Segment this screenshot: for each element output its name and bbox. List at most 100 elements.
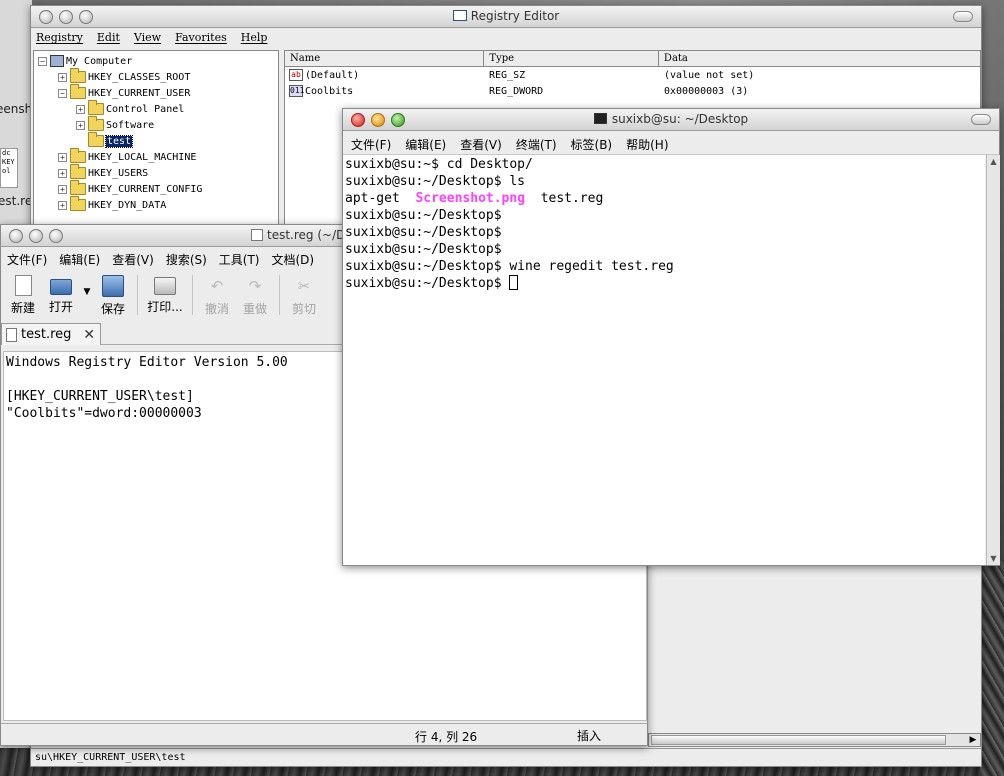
tree-item-software[interactable]: + Software [76,116,154,133]
maximize-button[interactable] [49,229,63,243]
value-name: (Default) [305,70,360,81]
save-button-label: 保存 [100,302,125,316]
tree-item-label: HKEY_CLASSES_ROOT [88,71,191,83]
cut-button[interactable]: ✂ 剪切 [286,271,322,319]
tab-test-reg[interactable]: test.reg ✕ [1,323,101,345]
print-button[interactable]: 打印... [144,271,186,319]
undo-button[interactable]: ↶ 撤消 [199,271,235,319]
menu-edit[interactable]: Edit [97,31,120,48]
scissors-icon: ✂ [297,277,311,295]
terminal-window: suxixb@su: ~/Desktop 文件(F) 编辑(E) 查看(V) 终… [342,108,1000,566]
menu-file[interactable]: 文件(F) [351,136,391,154]
expand-icon[interactable]: + [58,184,67,194]
file-icon-text-line: KEY [2,158,15,166]
column-header-type[interactable]: Type [484,51,659,66]
terminal-scrollbar[interactable]: ▲ ▼ [986,155,1000,565]
terminal-output[interactable]: suxixb@su:~$ cd Desktop/suxixb@su:~/Desk… [343,155,985,565]
tree-item-hkey-current-user[interactable]: − HKEY_CURRENT_USER [58,84,190,101]
redo-button[interactable]: ↷ 重做 [237,271,273,319]
column-header-name[interactable]: Name [285,51,485,66]
list-item[interactable]: 011Coolbits REG_DWORD 0x00000003 (3) [285,83,980,99]
chevron-down-icon[interactable]: ▼ [81,271,93,319]
folder-open-icon [70,84,86,99]
scroll-up-icon[interactable]: ▲ [988,156,999,167]
undo-button-label: 撤消 [204,302,229,316]
close-button[interactable] [9,229,23,243]
menu-edit[interactable]: 编辑(E) [59,251,100,271]
terminal-menubar: 文件(F) 编辑(E) 查看(V) 终端(T) 标签(B) 帮助(H) [343,131,999,155]
window-title-text: test.reg (~/D [267,228,346,242]
toolbar-toggle-button[interactable] [971,114,991,125]
tree-item-hkey-dyn-data[interactable]: + HKEY_DYN_DATA [58,196,167,213]
window-title: Registry Editor [31,9,981,23]
tree-item-label: HKEY_DYN_DATA [88,199,167,211]
tree-item-my-computer[interactable]: − My Computer [38,53,132,69]
window-title-text: suxixb@su: ~/Desktop [611,112,749,126]
terminal-cursor [509,275,519,290]
save-button[interactable]: 保存 [95,271,131,319]
minimize-button[interactable] [29,229,43,243]
expand-icon[interactable]: + [76,104,85,114]
folder-icon [70,196,86,211]
expand-icon[interactable]: + [58,152,67,162]
menu-tabs[interactable]: 标签(B) [571,136,613,154]
window-title: suxixb@su: ~/Desktop [343,112,999,126]
expand-icon[interactable]: + [76,120,85,130]
horizontal-scrollbar[interactable]: ▶ [648,733,981,747]
cursor-position: 行 4, 列 26 [415,730,478,744]
scroll-down-icon[interactable]: ▼ [988,553,999,564]
file-icon-text-line: ol [2,167,11,175]
collapse-icon[interactable]: − [38,56,47,66]
menu-help[interactable]: 帮助(H) [626,136,668,154]
tree-item-hkey-users[interactable]: + HKEY_USERS [58,164,148,181]
close-icon[interactable]: ✕ [83,327,95,343]
tree-item-hkey-current-config[interactable]: + HKEY_CURRENT_CONFIG [58,180,202,197]
menu-favorites[interactable]: Favorites [175,31,227,48]
value-data: (value not set) [664,69,755,81]
list-item[interactable]: ab (Default) REG_SZ (value not set) [285,67,980,83]
terminal-app-icon [593,113,607,124]
value-name: Coolbits [305,86,354,97]
scrollbar-thumb[interactable] [651,735,946,745]
new-button-label: 新建 [10,301,35,315]
tree-item-hkey-classes-root[interactable]: + HKEY_CLASSES_ROOT [58,68,191,85]
cut-button-label: 剪切 [291,302,316,316]
registry-tree[interactable]: − My Computer + HKEY_CLASSES_ROOT − HKEY_CU… [33,50,279,230]
tree-item-control-panel[interactable]: + Control Panel [76,100,184,117]
menu-view[interactable]: 查看(V) [112,251,154,271]
expand-icon[interactable]: + [58,200,67,210]
scroll-right-icon[interactable]: ▶ [967,735,979,745]
menu-documents[interactable]: 文档(D) [272,251,315,271]
menu-view[interactable]: View [134,31,161,48]
text-editor-statusbar: 行 4, 列 26 插入 [1,723,647,745]
menu-search[interactable]: 搜索(S) [166,251,207,271]
open-button[interactable]: 打开 [43,271,79,319]
redo-arrow-icon: ↷ [248,277,262,295]
terminal-line: suxixb@su:~/Desktop$ [345,208,502,223]
tree-item-test[interactable]: test [88,132,134,149]
toolbar-separator [279,275,280,315]
tree-item-hkey-local-machine[interactable]: + HKEY_LOCAL_MACHINE [58,148,196,165]
menu-file[interactable]: 文件(F) [7,251,47,271]
expand-icon[interactable]: + [58,72,67,82]
menu-edit[interactable]: 编辑(E) [405,136,446,154]
menu-tools[interactable]: 工具(T) [219,251,260,271]
collapse-icon[interactable]: − [58,88,67,98]
desktop-file-icon[interactable]: dc KEY ol [0,148,18,188]
new-button[interactable]: 新建 [5,271,41,319]
toolbar-toggle-button[interactable] [953,11,973,22]
column-header-data[interactable]: Data [659,51,980,66]
expand-icon[interactable]: + [58,168,67,178]
terminal-prompt: suxixb@su:~/Desktop$ [345,276,510,291]
menu-registry[interactable]: Registry [36,31,83,48]
registry-editor-titlebar[interactable]: Registry Editor [31,6,981,28]
desktop-icon-label-screenshot[interactable]: eensh [0,102,32,116]
menu-help[interactable]: Help [241,31,268,48]
terminal-titlebar[interactable]: suxixb@su: ~/Desktop [343,109,999,131]
menu-view[interactable]: 查看(V) [460,136,502,154]
regedit-menubar: Registry Edit View Favorites Help [31,28,981,48]
folder-icon [70,148,86,163]
menu-terminal[interactable]: 终端(T) [516,136,557,154]
terminal-line: suxixb@su:~/Desktop$ ls [345,174,526,189]
save-icon [102,275,124,297]
